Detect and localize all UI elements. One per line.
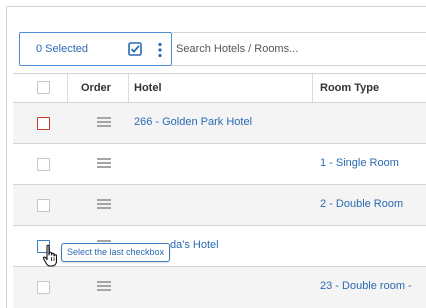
column-divider: [67, 74, 68, 102]
drag-handle-icon[interactable]: [97, 158, 111, 169]
hotel-link[interactable]: 266 - Golden Park Hotel: [134, 116, 252, 128]
hotel-rooms-panel: 0 Selected Order Hotel Room Type: [6, 6, 426, 308]
column-header-order[interactable]: Order: [81, 82, 111, 94]
selection-dropdown[interactable]: 0 Selected: [19, 32, 172, 66]
table-row[interactable]: 266 - Golden Park Hotel: [13, 103, 426, 144]
hand-pointer-icon: [42, 244, 58, 267]
search-input[interactable]: [176, 39, 422, 59]
column-header-room-type[interactable]: Room Type: [320, 82, 379, 94]
column-divider: [312, 74, 313, 102]
table-header: Order Hotel Room Type: [13, 73, 426, 103]
room-type-link[interactable]: 2 - Double Room: [320, 198, 403, 210]
row-checkbox[interactable]: [37, 158, 50, 171]
row-checkbox[interactable]: [37, 281, 50, 294]
drag-handle-icon[interactable]: [97, 281, 111, 292]
vertical-ellipsis-icon[interactable]: [157, 42, 163, 58]
toolbar: 0 Selected: [7, 7, 426, 73]
tooltip: Select the last checkbox: [61, 243, 171, 262]
checkbox-checked-icon[interactable]: [128, 42, 142, 56]
room-type-link[interactable]: 23 - Double room -: [320, 280, 412, 292]
selected-count: 0 Selected: [36, 43, 88, 55]
hotel-link[interactable]: da's Hotel: [170, 239, 219, 251]
row-checkbox[interactable]: [37, 117, 50, 130]
search-box: [172, 32, 426, 66]
table-row[interactable]: 23 - Double room -: [13, 267, 426, 308]
table-row[interactable]: 2 - Double Room: [13, 185, 426, 226]
column-header-hotel[interactable]: Hotel: [134, 82, 162, 94]
room-type-link[interactable]: 1 - Single Room: [320, 157, 399, 169]
column-divider: [128, 74, 129, 102]
select-all-checkbox[interactable]: [37, 81, 50, 94]
row-checkbox[interactable]: [37, 199, 50, 212]
drag-handle-icon[interactable]: [97, 117, 111, 128]
drag-handle-icon[interactable]: [97, 199, 111, 210]
table-row[interactable]: 1 - Single Room: [13, 144, 426, 185]
